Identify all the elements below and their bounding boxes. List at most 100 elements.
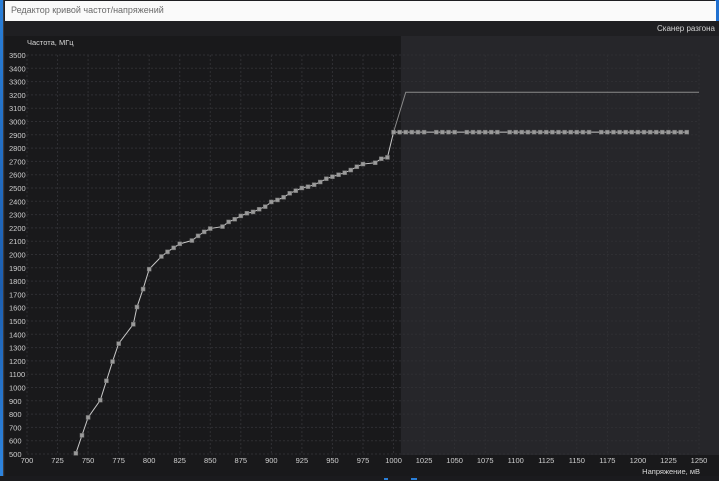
curve-point[interactable] xyxy=(556,129,561,135)
curve-point[interactable] xyxy=(189,238,195,243)
curve-point[interactable] xyxy=(653,129,659,135)
curve-point[interactable] xyxy=(525,129,531,135)
curve-point[interactable] xyxy=(580,129,586,135)
curve-point[interactable] xyxy=(391,129,396,135)
curve-point[interactable] xyxy=(599,129,604,135)
curve-point[interactable] xyxy=(269,199,274,205)
curve-point[interactable] xyxy=(159,254,164,259)
curve-point[interactable] xyxy=(519,129,525,135)
curve-point[interactable] xyxy=(379,156,384,161)
curve-point[interactable] xyxy=(385,155,390,160)
curve-point[interactable] xyxy=(409,129,415,135)
curve-point[interactable] xyxy=(544,129,549,135)
curve-point[interactable] xyxy=(660,129,665,135)
curve-point[interactable] xyxy=(464,129,470,135)
curve-point[interactable] xyxy=(415,129,421,135)
curve-point[interactable] xyxy=(678,129,683,135)
curve-point[interactable] xyxy=(470,129,476,135)
curve-point[interactable] xyxy=(226,219,231,225)
curve-point[interactable] xyxy=(629,129,635,135)
curve-point[interactable] xyxy=(446,129,451,135)
curve-point[interactable] xyxy=(482,129,488,135)
curve-point[interactable] xyxy=(324,176,329,181)
curve-point[interactable] xyxy=(140,286,146,292)
curve-point[interactable] xyxy=(171,245,176,251)
curve-point[interactable] xyxy=(531,129,537,135)
curve-point[interactable] xyxy=(177,241,182,247)
curve-point[interactable] xyxy=(537,129,543,135)
curve-point[interactable] xyxy=(641,129,647,135)
curve-point[interactable] xyxy=(134,304,140,310)
curve-point[interactable] xyxy=(611,129,616,135)
x-tick-label: 900 xyxy=(265,456,278,465)
curve-point[interactable] xyxy=(421,129,427,135)
curve-point[interactable] xyxy=(98,397,103,403)
curve-point[interactable] xyxy=(372,160,378,165)
curve-point[interactable] xyxy=(195,233,201,239)
oc-scanner-button[interactable]: Сканер разгона xyxy=(657,24,715,33)
x-tick-label: 975 xyxy=(357,456,370,465)
curve-point[interactable] xyxy=(440,129,445,135)
curve-point[interactable] xyxy=(311,182,317,187)
curve-point[interactable] xyxy=(586,129,592,135)
curve-point[interactable] xyxy=(299,185,305,191)
curve-point[interactable] xyxy=(220,224,225,229)
curve-point[interactable] xyxy=(647,129,653,135)
curve-point[interactable] xyxy=(574,129,580,135)
curve-point[interactable] xyxy=(562,129,567,135)
curve-point[interactable] xyxy=(684,129,690,135)
curve-point[interactable] xyxy=(104,378,109,384)
curve-point[interactable] xyxy=(513,129,518,135)
curve-point[interactable] xyxy=(434,129,439,135)
curve-point[interactable] xyxy=(244,211,250,216)
curve-point[interactable] xyxy=(452,129,457,135)
curve-point[interactable] xyxy=(116,341,121,346)
curve-point[interactable] xyxy=(666,129,671,135)
curve-point[interactable] xyxy=(281,195,286,200)
curve-point[interactable] xyxy=(495,129,500,135)
chart-svg[interactable]: Частота, МГц 500 600 700 800 900 1000 1100 1200 1… xyxy=(5,36,719,476)
curve-point[interactable] xyxy=(623,129,628,135)
curve-point[interactable] xyxy=(672,129,677,135)
curve-point[interactable] xyxy=(489,129,494,135)
curve-point[interactable] xyxy=(617,129,622,135)
curve-point[interactable] xyxy=(208,226,213,231)
curve-point[interactable] xyxy=(250,209,256,215)
vf-curve-chart[interactable]: Частота, МГц 500 600 700 800 900 1000 1100 1200 1… xyxy=(5,36,719,476)
curve-point[interactable] xyxy=(146,266,152,272)
curve-point[interactable] xyxy=(336,172,341,177)
curve-point[interactable] xyxy=(635,129,641,135)
curve-point[interactable] xyxy=(232,217,237,222)
curve-point[interactable] xyxy=(165,249,170,255)
curve-point[interactable] xyxy=(110,359,115,364)
curve-point[interactable] xyxy=(476,129,482,135)
curve-point[interactable] xyxy=(330,174,335,179)
curve-point[interactable] xyxy=(305,184,311,189)
y-tick-label: 3100 xyxy=(9,104,26,113)
curve-point[interactable] xyxy=(348,167,354,173)
title-bar[interactable]: Редактор кривой частот/напряжений xyxy=(5,1,716,22)
curve-point[interactable] xyxy=(342,170,347,175)
curve-point[interactable] xyxy=(131,322,136,327)
curve-point[interactable] xyxy=(354,164,360,169)
curve-point[interactable] xyxy=(238,213,244,219)
curve-point[interactable] xyxy=(568,129,573,135)
curve-point[interactable] xyxy=(201,229,207,235)
y-tick-label: 600 xyxy=(9,437,22,446)
curve-point[interactable] xyxy=(317,179,323,185)
curve-point[interactable] xyxy=(79,433,85,438)
curve-point[interactable] xyxy=(275,197,280,203)
curve-point[interactable] xyxy=(360,161,366,167)
curve-point[interactable] xyxy=(403,129,409,135)
curve-point[interactable] xyxy=(287,191,292,196)
curve-point[interactable] xyxy=(293,188,299,193)
curve-point[interactable] xyxy=(507,129,512,135)
curve-point[interactable] xyxy=(605,129,610,135)
curve-point[interactable] xyxy=(263,204,268,209)
curve-point[interactable] xyxy=(397,129,402,135)
curve-point[interactable] xyxy=(256,207,262,212)
curve-point[interactable] xyxy=(85,415,91,420)
curve-point[interactable] xyxy=(73,451,79,456)
y-tick-label: 2600 xyxy=(9,171,26,180)
curve-point[interactable] xyxy=(550,129,555,135)
